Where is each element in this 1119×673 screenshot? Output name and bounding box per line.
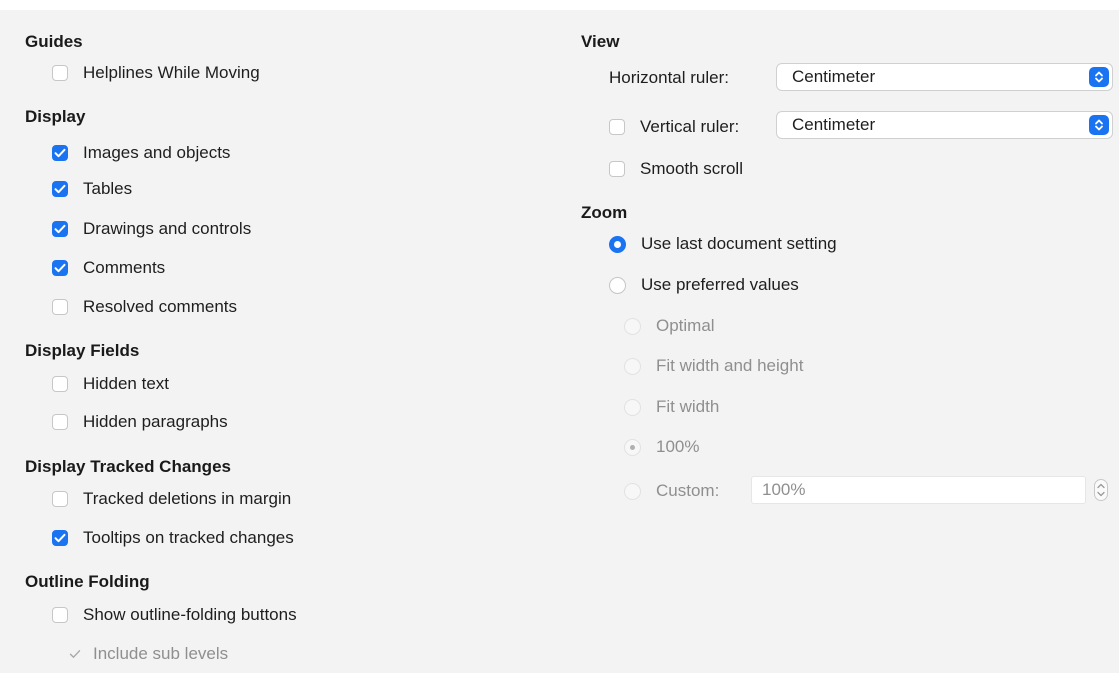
helplines-while-moving-option[interactable]: Helplines While Moving: [52, 63, 260, 83]
hidden-paragraphs-checkbox[interactable]: [52, 414, 68, 430]
optimal-radio[interactable]: [624, 317, 641, 335]
use-preferred-values-radio[interactable]: [609, 276, 626, 294]
use-last-document-setting-option[interactable]: Use last document setting: [609, 234, 837, 254]
include-sub-levels-option[interactable]: Include sub levels: [67, 644, 228, 664]
tracked-deletions-in-margin-option[interactable]: Tracked deletions in margin: [52, 489, 291, 509]
check-icon: [54, 184, 66, 194]
use-last-document-setting-radio[interactable]: [609, 235, 626, 253]
chevron-up-down-icon[interactable]: [1089, 115, 1109, 135]
vertical-ruler-option[interactable]: Vertical ruler:: [609, 117, 739, 137]
tracked-deletions-in-margin-checkbox[interactable]: [52, 491, 68, 507]
custom-zoom-value: 100%: [762, 480, 806, 499]
check-icon: [54, 148, 66, 158]
include-sub-levels-checkbox[interactable]: [67, 646, 83, 662]
hidden-paragraphs-option[interactable]: Hidden paragraphs: [52, 412, 228, 432]
hidden-text-label: Hidden text: [83, 374, 169, 393]
display-tracked-changes-heading: Display Tracked Changes: [25, 457, 231, 476]
use-preferred-values-option[interactable]: Use preferred values: [609, 275, 799, 295]
tables-option[interactable]: Tables: [52, 179, 132, 199]
view-heading: View: [581, 32, 620, 51]
hidden-text-option[interactable]: Hidden text: [52, 374, 169, 394]
display-heading: Display: [25, 107, 86, 126]
images-and-objects-option[interactable]: Images and objects: [52, 143, 230, 163]
use-preferred-values-label: Use preferred values: [641, 275, 799, 294]
drawings-and-controls-label: Drawings and controls: [83, 219, 252, 238]
show-outline-folding-buttons-option[interactable]: Show outline-folding buttons: [52, 605, 297, 625]
vertical-ruler-label: Vertical ruler:: [640, 117, 740, 136]
vertical-ruler-value: Centimeter: [792, 115, 876, 134]
horizontal-ruler-label: Horizontal ruler:: [609, 68, 729, 87]
fit-width-and-height-option[interactable]: Fit width and height: [624, 356, 803, 376]
smooth-scroll-checkbox[interactable]: [609, 161, 625, 177]
smooth-scroll-label: Smooth scroll: [640, 159, 743, 178]
optimal-option[interactable]: Optimal: [624, 316, 715, 336]
helplines-while-moving-label: Helplines While Moving: [83, 63, 260, 82]
comments-checkbox[interactable]: [52, 260, 68, 276]
tables-label: Tables: [83, 179, 133, 198]
custom-zoom-stepper[interactable]: [1093, 478, 1109, 502]
helplines-while-moving-checkbox[interactable]: [52, 65, 68, 81]
percent-100-option[interactable]: 100%: [624, 437, 699, 457]
drawings-and-controls-option[interactable]: Drawings and controls: [52, 219, 251, 239]
hidden-text-checkbox[interactable]: [52, 376, 68, 392]
tooltips-on-tracked-changes-label: Tooltips on tracked changes: [83, 528, 294, 547]
fit-width-option[interactable]: Fit width: [624, 397, 719, 417]
tooltips-on-tracked-changes-checkbox[interactable]: [52, 530, 68, 546]
zoom-heading: Zoom: [581, 203, 628, 222]
custom-zoom-input[interactable]: 100%: [751, 476, 1086, 504]
percent-100-radio[interactable]: [624, 438, 641, 456]
show-outline-folding-buttons-checkbox[interactable]: [52, 607, 68, 623]
horizontal-ruler-select[interactable]: Centimeter: [776, 63, 1113, 91]
tooltips-on-tracked-changes-option[interactable]: Tooltips on tracked changes: [52, 528, 294, 548]
images-and-objects-label: Images and objects: [83, 143, 231, 162]
fit-width-radio[interactable]: [624, 398, 641, 416]
stepper-arrows-icon: [1094, 479, 1108, 501]
drawings-and-controls-checkbox[interactable]: [52, 221, 68, 237]
resolved-comments-label: Resolved comments: [83, 297, 238, 316]
guides-heading: Guides: [25, 32, 83, 51]
comments-label: Comments: [83, 258, 166, 277]
check-icon: [54, 533, 66, 543]
vertical-ruler-select[interactable]: Centimeter: [776, 111, 1113, 139]
fit-width-label: Fit width: [656, 397, 720, 416]
resolved-comments-checkbox[interactable]: [52, 299, 68, 315]
custom-radio[interactable]: [624, 482, 641, 500]
percent-100-label: 100%: [656, 437, 700, 456]
use-last-document-setting-label: Use last document setting: [641, 234, 837, 253]
show-outline-folding-buttons-label: Show outline-folding buttons: [83, 605, 297, 624]
view-options-panel: Guides Helplines While Moving Display Im…: [0, 10, 1119, 673]
horizontal-ruler-value: Centimeter: [792, 67, 876, 86]
images-and-objects-checkbox[interactable]: [52, 145, 68, 161]
check-icon: [54, 263, 66, 273]
tables-checkbox[interactable]: [52, 181, 68, 197]
fit-width-and-height-label: Fit width and height: [656, 356, 804, 375]
hidden-paragraphs-label: Hidden paragraphs: [83, 412, 228, 431]
smooth-scroll-option[interactable]: Smooth scroll: [609, 159, 743, 179]
comments-option[interactable]: Comments: [52, 258, 165, 278]
check-icon: [54, 224, 66, 234]
fit-width-and-height-radio[interactable]: [624, 357, 641, 375]
include-sub-levels-label: Include sub levels: [93, 644, 229, 663]
optimal-label: Optimal: [656, 316, 715, 335]
custom-option[interactable]: Custom:: [624, 481, 719, 501]
resolved-comments-option[interactable]: Resolved comments: [52, 297, 237, 317]
outline-folding-heading: Outline Folding: [25, 572, 150, 591]
display-fields-heading: Display Fields: [25, 341, 140, 360]
chevron-up-down-icon[interactable]: [1089, 67, 1109, 87]
vertical-ruler-checkbox[interactable]: [609, 119, 625, 135]
check-icon: [69, 650, 81, 658]
custom-label: Custom:: [656, 481, 720, 500]
tracked-deletions-in-margin-label: Tracked deletions in margin: [83, 489, 292, 508]
